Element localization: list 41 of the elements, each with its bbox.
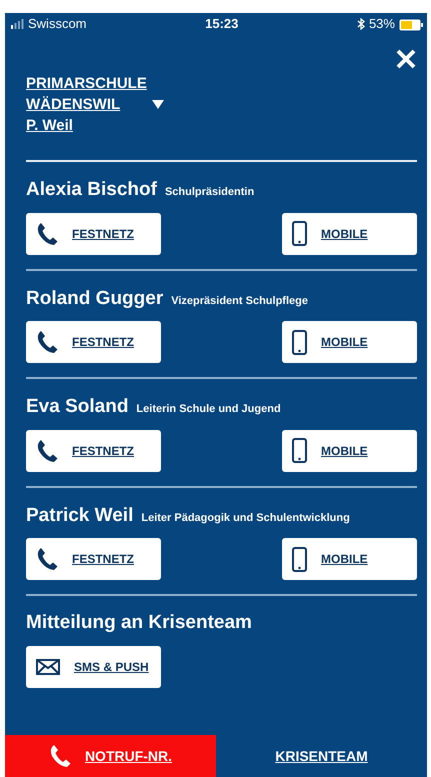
signal-icon <box>11 19 24 29</box>
school-link[interactable]: WÄDENSWIL <box>26 94 120 115</box>
phone-icon <box>48 744 71 768</box>
contact-name: Alexia Bischof <box>26 178 157 202</box>
phone-icon <box>36 222 58 246</box>
school-link[interactable]: PRIMARSCHULE <box>26 73 147 94</box>
carrier-name: Swisscom <box>28 15 87 34</box>
tab-button[interactable]: KRISENTEAM <box>216 735 427 777</box>
phone-icon <box>36 438 58 462</box>
battery-percentage: 53% <box>368 15 395 34</box>
call-button[interactable]: FESTNETZ <box>26 538 161 580</box>
user-link[interactable]: P. Weil <box>26 115 73 136</box>
phone-icon <box>36 547 58 571</box>
battery-icon <box>398 18 423 31</box>
contact-role: Schulpräsidentin <box>164 185 254 200</box>
bluetooth-icon <box>356 18 365 30</box>
call-button[interactable]: FESTNETZ <box>26 430 161 472</box>
call-button[interactable]: MOBILE <box>282 321 417 363</box>
contact-name: Patrick Weil <box>26 504 134 528</box>
mobile-phone-icon <box>292 546 307 572</box>
sms-push-button[interactable]: SMS & PUSH <box>26 646 161 688</box>
dropdown-caret-icon[interactable] <box>152 100 164 109</box>
call-button[interactable]: MOBILE <box>282 212 417 254</box>
mobile-phone-icon <box>292 221 307 246</box>
contact-role: Vizepräsident Schulpflege <box>171 294 308 308</box>
phone-icon <box>36 330 58 354</box>
mobile-phone-icon <box>292 330 307 354</box>
call-button[interactable]: MOBILE <box>282 538 417 580</box>
call-button[interactable]: FESTNETZ <box>26 212 161 254</box>
close-button[interactable] <box>395 47 417 71</box>
mobile-phone-icon <box>292 438 307 463</box>
contact-name: Eva Soland <box>26 395 128 419</box>
contact-name: Roland Gugger <box>26 286 164 310</box>
contact-role: Leiterin Schule und Jugend <box>136 402 281 417</box>
section-title: Mitteilung an Krisenteam <box>25 611 253 635</box>
call-button[interactable]: FESTNETZ <box>26 321 161 363</box>
envelope-icon <box>36 658 60 674</box>
tab-button[interactable]: NOTRUF-NR. <box>5 735 216 777</box>
call-button[interactable]: MOBILE <box>282 430 417 472</box>
contact-role: Leiter Pädagogik und Schulentwicklung <box>141 510 350 526</box>
status-time: 15:23 <box>205 15 238 34</box>
